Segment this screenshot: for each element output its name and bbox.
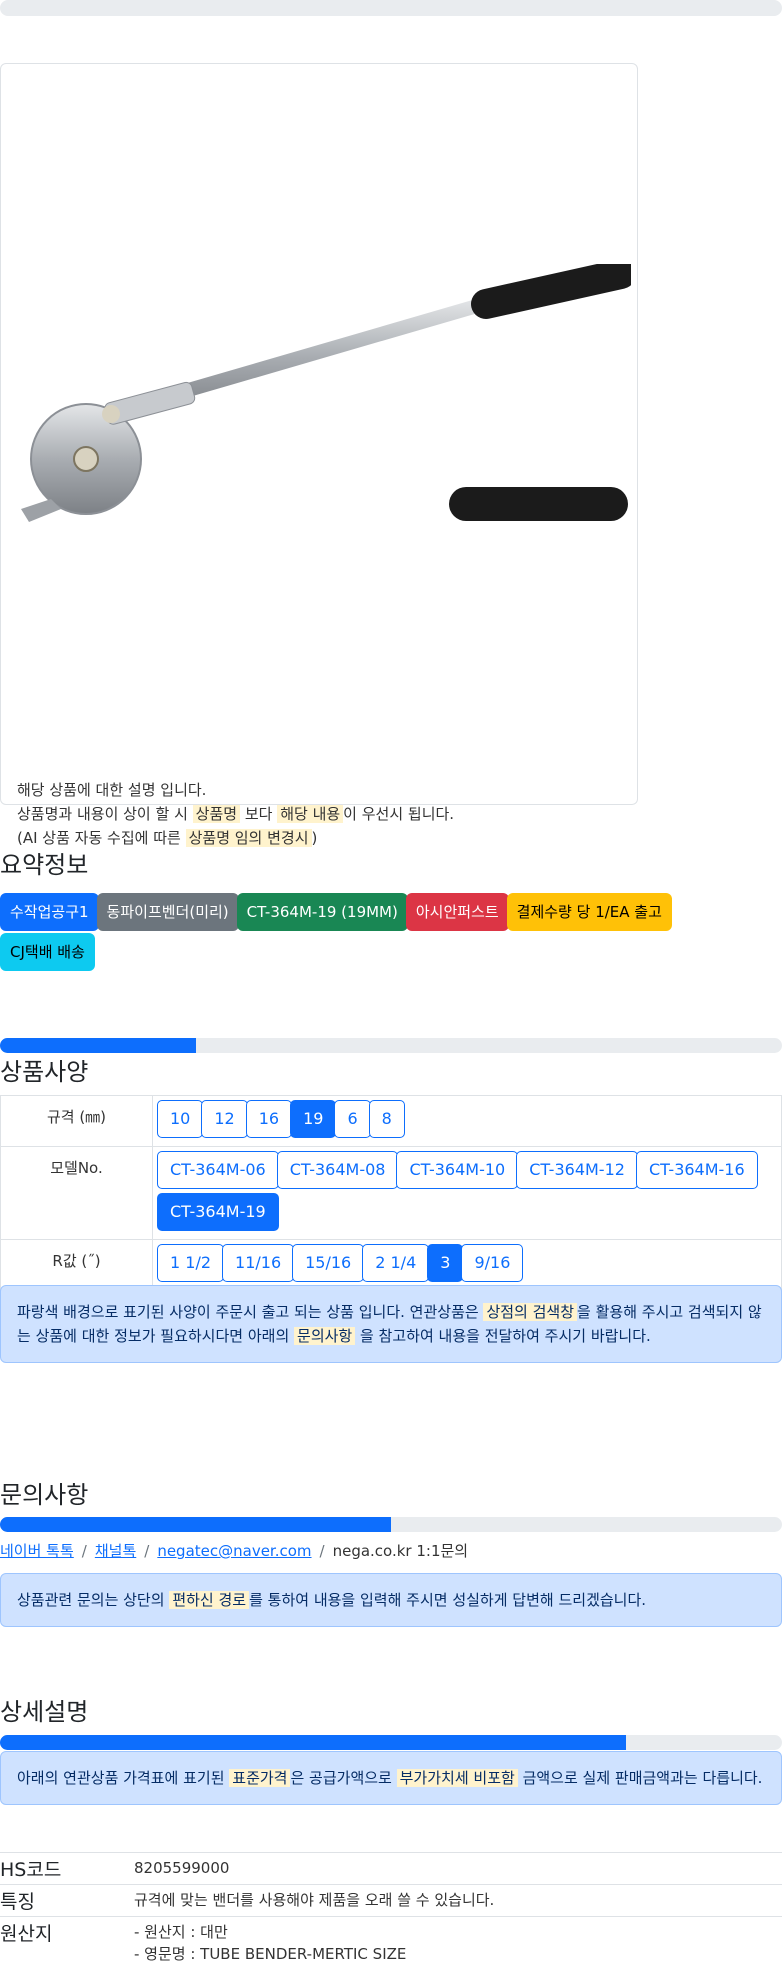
specs-title: 상품사양 xyxy=(0,1058,89,1086)
notice-text: 해당 상품에 대한 설명 입니다. xyxy=(17,781,207,799)
inquiry-notice: 상품관련 문의는 상단의 편하신 경로 를 통하여 내용을 입력해 주시면 성실하… xyxy=(0,1573,782,1627)
spec-option-button[interactable]: 16 xyxy=(245,1100,293,1138)
highlight-text: 상점의 검색창 xyxy=(483,1303,578,1321)
notice-text: 를 통하여 내용을 입력해 주시면 성실하게 답변해 드리겠습니다. xyxy=(249,1591,647,1609)
notice-text: 아래의 연관상품 가격표에 표기된 xyxy=(17,1769,230,1787)
description-line: 해당 상품에 대한 설명 입니다. xyxy=(17,778,454,802)
info-value-line: - 원산지 : 대만 xyxy=(134,1923,228,1941)
info-value-line: - 영문명 : TUBE BENDER-MERTIC SIZE xyxy=(134,1945,407,1963)
highlight-text: 부가가치세 비포함 xyxy=(396,1769,518,1787)
spec-option-button[interactable]: 8 xyxy=(368,1100,405,1138)
product-info-table: HS코드 8205599000 특징 규격에 맞는 밴더를 사용해야 제품을 오래 쓸… xyxy=(0,1852,782,1969)
summary-badge: CJ택배 배송 xyxy=(0,933,95,971)
notice-text: 을 참고하여 내용을 전달하여 주시기 바랍니다. xyxy=(355,1327,651,1345)
spec-option-button[interactable]: 6 xyxy=(334,1100,371,1138)
contact-link[interactable]: 네이버 톡톡 xyxy=(0,1542,74,1560)
contact-link[interactable]: 채널톡 xyxy=(95,1542,136,1560)
highlight-text: 상품명 임의 변경시 xyxy=(185,829,312,847)
info-key: HS코드 xyxy=(0,1852,134,1885)
spec-option-button[interactable]: 19 xyxy=(290,1100,337,1138)
separator: / xyxy=(319,1542,325,1560)
info-value: 8205599000 xyxy=(134,1852,782,1885)
spec-option-button[interactable]: 2 1/4 xyxy=(362,1244,430,1282)
info-row: HS코드 8205599000 xyxy=(0,1852,782,1885)
spec-option-button[interactable]: CT-364M-12 xyxy=(516,1151,638,1189)
spec-row: R값 (˝) 1 1/2 11/16 15/16 2 1/4 3 9/16 xyxy=(0,1239,782,1291)
spec-label: R값 (˝) xyxy=(0,1239,153,1291)
spec-option-button[interactable]: 1 1/2 xyxy=(157,1244,225,1282)
separator: / xyxy=(81,1542,87,1560)
spec-option-button[interactable]: 12 xyxy=(201,1100,248,1138)
specs-progress-bar xyxy=(0,1038,782,1053)
separator: / xyxy=(144,1542,150,1560)
spec-label: 모델No. xyxy=(0,1146,153,1240)
notice-text: 보다 xyxy=(240,805,278,823)
summary-title: 요약정보 xyxy=(0,851,89,879)
spec-option-button[interactable]: 15/16 xyxy=(292,1244,365,1282)
spec-table: 규격 (㎜) 10 12 16 19 6 8 모델No. CT-364M-06 CT-364M-0… xyxy=(0,1095,782,1291)
spec-option-button[interactable]: CT-364M-19 xyxy=(157,1193,279,1231)
inquiry-progress-bar xyxy=(0,1517,782,1532)
spec-option-button[interactable]: 11/16 xyxy=(222,1244,295,1282)
summary-badge: 수작업공구1 xyxy=(0,893,99,931)
spec-option-button[interactable]: 10 xyxy=(157,1100,204,1138)
spec-option-button[interactable]: 9/16 xyxy=(461,1244,524,1282)
info-value-line: 8205599000 xyxy=(134,1859,230,1877)
summary-badges: 수작업공구1 동파이프벤더(미리) CT-364M-19 (19MM) 아시안퍼스트 결… xyxy=(0,893,760,973)
summary-badge: 아시안퍼스트 xyxy=(405,893,509,931)
spec-row: 규격 (㎜) 10 12 16 19 6 8 xyxy=(0,1095,782,1147)
spec-options: CT-364M-06 CT-364M-08 CT-364M-10 CT-364M-12… xyxy=(152,1146,782,1240)
detail-progress-bar xyxy=(0,1735,782,1750)
highlight-text: 해당 내용 xyxy=(277,805,344,823)
product-description: 해당 상품에 대한 설명 입니다. 상품명과 내용이 상이 할 시 상품명 보다 … xyxy=(17,778,454,850)
info-key: 특징 xyxy=(0,1884,134,1917)
notice-text: 상품관련 문의는 상단의 xyxy=(17,1591,170,1609)
tube-bender-image xyxy=(21,264,631,522)
info-row: 특징 규격에 맞는 밴더를 사용해야 제품을 오래 쓸 수 있습니다. xyxy=(0,1884,782,1917)
detail-notice: 아래의 연관상품 가격표에 표기된 표준가격 은 공급가액으로 부가가치세 비포함… xyxy=(0,1751,782,1805)
notice-text: 금액으로 실제 판매금액과는 다릅니다. xyxy=(517,1769,763,1787)
summary-badge: 결제수량 당 1/EA 출고 xyxy=(506,893,672,931)
info-value: - 원산지 : 대만 - 영문명 : TUBE BENDER-MERTIC SIZ… xyxy=(134,1916,782,1969)
notice-text: 은 공급가액으로 xyxy=(290,1769,397,1787)
notice-text: ) xyxy=(311,829,318,847)
contact-link[interactable]: negatec@naver.com xyxy=(157,1542,311,1560)
contact-links: 네이버 톡톡 / 채널톡 / negatec@naver.com / nega.co.kr … xyxy=(0,1540,468,1561)
notice-text: 파랑색 배경으로 표기된 사양이 주문시 출고 되는 상품 입니다. 연관상품은 xyxy=(17,1303,484,1321)
notice-text: 이 우선시 됩니다. xyxy=(343,805,455,823)
top-progress-bar xyxy=(0,0,782,16)
product-card: 해당 상품에 대한 설명 입니다. 상품명과 내용이 상이 할 시 상품명 보다 … xyxy=(0,63,638,847)
detail-title: 상세설명 xyxy=(0,1698,89,1726)
summary-badge: 동파이프벤더(미리) xyxy=(96,893,239,931)
info-value: 규격에 맞는 밴더를 사용해야 제품을 오래 쓸 수 있습니다. xyxy=(134,1884,782,1917)
info-row: 원산지 - 원산지 : 대만 - 영문명 : TUBE BENDER-MERTIC … xyxy=(0,1916,782,1969)
summary-badge: CT-364M-19 (19MM) xyxy=(236,893,408,931)
highlight-text: 상품명 xyxy=(192,805,241,823)
spec-option-button[interactable]: 3 xyxy=(427,1244,464,1282)
spec-option-button[interactable]: CT-364M-16 xyxy=(635,1151,758,1189)
spec-label: 규격 (㎜) xyxy=(0,1095,153,1147)
info-value-line: 규격에 맞는 밴더를 사용해야 제품을 오래 쓸 수 있습니다. xyxy=(134,1891,495,1909)
contact-plain: nega.co.kr 1:1문의 xyxy=(332,1542,469,1560)
spec-options: 10 12 16 19 6 8 xyxy=(152,1095,782,1147)
description-line: 상품명과 내용이 상이 할 시 상품명 보다 해당 내용 이 우선시 됩니다. xyxy=(17,802,454,826)
highlight-text: 표준가격 xyxy=(229,1769,291,1787)
info-key: 원산지 xyxy=(0,1916,134,1969)
notice-text: 상품명과 내용이 상이 할 시 xyxy=(17,805,193,823)
highlight-text: 편하신 경로 xyxy=(169,1591,250,1609)
highlight-text: 문의사항 xyxy=(294,1327,356,1345)
spec-options: 1 1/2 11/16 15/16 2 1/4 3 9/16 xyxy=(152,1239,782,1291)
spec-notice: 파랑색 배경으로 표기된 사양이 주문시 출고 되는 상품 입니다. 연관상품은… xyxy=(0,1285,782,1363)
inquiry-title: 문의사항 xyxy=(0,1481,89,1509)
spec-option-button[interactable]: CT-364M-06 xyxy=(157,1151,279,1189)
spec-option-button[interactable]: CT-364M-08 xyxy=(276,1151,399,1189)
spec-row: 모델No. CT-364M-06 CT-364M-08 CT-364M-10 CT-36… xyxy=(0,1146,782,1240)
spec-option-button[interactable]: CT-364M-10 xyxy=(396,1151,519,1189)
